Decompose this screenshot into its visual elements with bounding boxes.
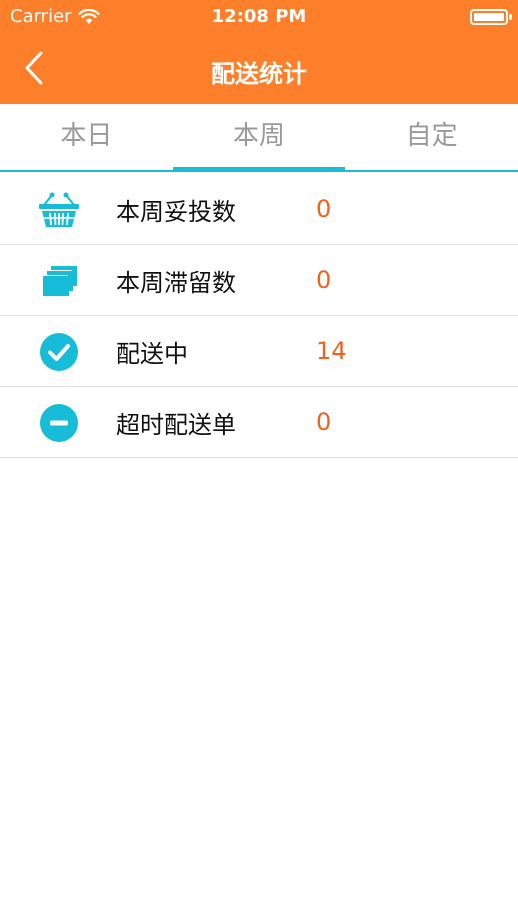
page-title: 配送统计	[211, 60, 307, 88]
minus-circle-icon	[38, 402, 80, 444]
tab-custom[interactable]: 自定	[345, 104, 518, 170]
overdue-value: 0	[316, 408, 332, 436]
list-item-in-delivery[interactable]: 配送中 14	[0, 316, 518, 387]
header: Carrier 12:08 PM 配送统计	[0, 0, 518, 104]
status-bar: Carrier 12:08 PM	[0, 0, 518, 34]
retained-value: 0	[316, 266, 332, 294]
delivered-label: 本周妥投数	[116, 197, 236, 226]
tab-today[interactable]: 本日	[0, 104, 173, 170]
stats-list: 本周妥投数 0 本周滞留数 0 配送中 14 超时配送单 0	[0, 174, 518, 458]
period-tabs: 本日 本周 自定	[0, 104, 518, 172]
nav-bar: 配送统计	[0, 34, 518, 104]
battery-tip	[509, 14, 512, 20]
in-delivery-label: 配送中	[116, 339, 188, 368]
tab-this-week[interactable]: 本周	[172, 104, 346, 171]
retained-label: 本周滞留数	[116, 268, 236, 297]
status-time: 12:08 PM	[211, 6, 307, 27]
check-circle-icon	[38, 331, 80, 373]
stacked-cards-icon	[38, 260, 80, 302]
basket-icon	[38, 189, 80, 231]
in-delivery-value: 14	[316, 337, 347, 365]
list-item-overdue[interactable]: 超时配送单 0	[0, 387, 518, 458]
list-item-retained[interactable]: 本周滞留数 0	[0, 245, 518, 316]
overdue-label: 超时配送单	[116, 410, 236, 439]
delivered-value: 0	[316, 195, 332, 223]
battery-icon	[470, 9, 508, 25]
list-item-delivered[interactable]: 本周妥投数 0	[0, 174, 518, 245]
